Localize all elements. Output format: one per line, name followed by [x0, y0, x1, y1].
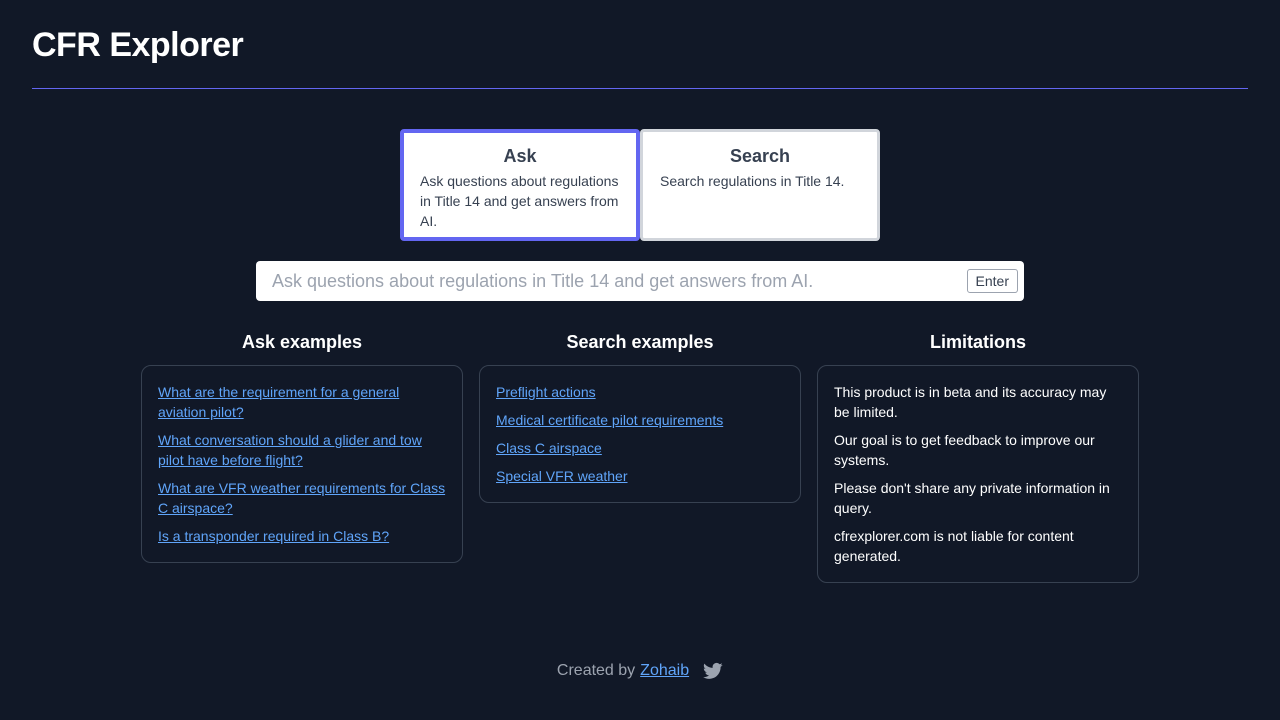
- ask-example-link[interactable]: Is a transponder required in Class B?: [158, 526, 446, 546]
- created-by-label: Created by: [556, 662, 636, 679]
- search-example-link[interactable]: Class C airspace: [496, 438, 784, 458]
- ask-examples-box: What are the requirement for a general a…: [141, 365, 463, 563]
- search-examples-heading: Search examples: [566, 332, 714, 352]
- search-examples-column: Search examples Preflight actions Medica…: [479, 330, 801, 503]
- twitter-icon[interactable]: [703, 661, 723, 681]
- limitation-item: This product is in beta and its accuracy…: [834, 384, 1107, 420]
- search-mode-card[interactable]: Search Search regulations in Title 14.: [640, 129, 880, 241]
- ask-mode-description: Ask questions about regulations in Title…: [420, 173, 619, 229]
- search-example-link[interactable]: Preflight actions: [496, 382, 784, 402]
- ask-example-link[interactable]: What conversation should a glider and to…: [158, 430, 446, 470]
- header: CFR Explorer: [32, 24, 1248, 66]
- footer: Created by Zohaib: [0, 660, 1280, 682]
- search-example-link[interactable]: Special VFR weather: [496, 466, 784, 486]
- ask-examples-column: Ask examples What are the requirement fo…: [141, 330, 463, 563]
- query-input[interactable]: [256, 261, 967, 301]
- ask-mode-card[interactable]: Ask Ask questions about regulations in T…: [400, 129, 640, 241]
- search-mode-title: Search: [729, 146, 791, 166]
- limitation-item: Our goal is to get feedback to improve o…: [834, 432, 1095, 468]
- search-examples-box: Preflight actions Medical certificate pi…: [479, 365, 801, 503]
- ask-examples-heading: Ask examples: [241, 332, 363, 352]
- page: CFR Explorer Ask Ask questions about reg…: [0, 0, 1280, 720]
- author-link[interactable]: Zohaib: [640, 660, 689, 682]
- limitation-item: cfrexplorer.com is not liable for conten…: [834, 528, 1074, 564]
- enter-button[interactable]: Enter: [966, 269, 1018, 293]
- limitation-item: Please don't share any private informati…: [834, 480, 1110, 516]
- ask-example-link[interactable]: What are the requirement for a general a…: [158, 382, 446, 422]
- app-title: CFR Explorer: [32, 26, 244, 64]
- mode-switch: Ask Ask questions about regulations in T…: [400, 129, 880, 241]
- query-bar: Enter: [256, 261, 1024, 301]
- search-example-link[interactable]: Medical certificate pilot requirements: [496, 410, 784, 430]
- header-divider: [32, 88, 1248, 89]
- ask-mode-title: Ask: [503, 146, 537, 166]
- limitations-column: Limitations This product is in beta and …: [817, 330, 1139, 583]
- limitations-heading: Limitations: [929, 332, 1026, 352]
- ask-example-link[interactable]: What are VFR weather requirements for Cl…: [158, 478, 446, 518]
- limitations-box: This product is in beta and its accuracy…: [817, 365, 1139, 583]
- search-mode-description: Search regulations in Title 14.: [660, 173, 845, 189]
